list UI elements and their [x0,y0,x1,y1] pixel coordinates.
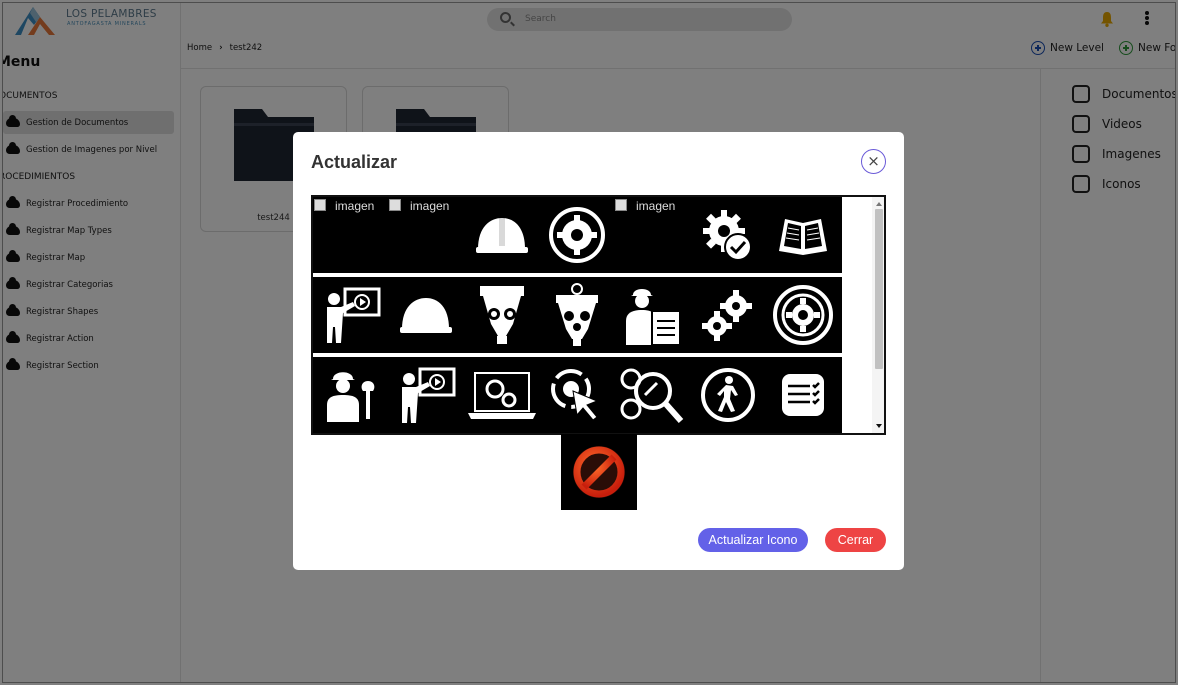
hard-hat-icon[interactable] [464,197,539,273]
update-icon-dialog: Actualizar × imagen imagen imagen Actual… [293,132,904,570]
cancel-button[interactable]: Cerrar [825,528,886,552]
checklist-icon[interactable] [765,357,840,433]
update-icon-button[interactable]: Actualizar Icono [698,528,808,552]
gears-search-icon[interactable] [614,357,689,433]
presenter-video-icon[interactable] [313,277,388,353]
prohibited-icon [573,446,625,498]
scroll-down-arrow-icon[interactable] [876,424,882,428]
pedestrian-circle-icon[interactable] [690,357,765,433]
image-alt-text: imagen [410,199,450,213]
gear-cycle-icon[interactable] [765,277,840,353]
hard-hat-icon[interactable] [388,277,463,353]
worker-wrench-icon[interactable] [313,357,388,433]
gallery-row [313,277,842,353]
gear-check-icon[interactable] [690,197,765,273]
gear-circle-icon[interactable] [539,197,614,273]
scroll-up-arrow-icon[interactable] [876,202,882,206]
crusher-gears-icon[interactable] [464,277,539,353]
image-alt-text: imagen [636,199,676,213]
open-book-icon[interactable] [765,197,840,273]
broken-image-icon[interactable]: imagen [313,197,388,273]
laptop-gears-icon[interactable] [464,357,539,433]
close-icon[interactable]: × [861,149,886,174]
selected-icon-preview [561,434,637,510]
gallery-row: imagen imagen imagen [313,197,842,273]
target-click-icon[interactable] [539,357,614,433]
icon-gallery[interactable]: imagen imagen imagen [311,195,886,435]
gallery-scrollbar[interactable] [872,197,884,433]
dialog-title: Actualizar [311,152,398,172]
scrollbar-thumb[interactable] [875,209,883,369]
presenter-video-icon[interactable] [388,357,463,433]
broken-image-icon[interactable]: imagen [614,197,689,273]
broken-image-icon[interactable]: imagen [388,197,463,273]
image-alt-text: imagen [335,199,375,213]
gears-icon[interactable] [690,277,765,353]
mill-gears-icon[interactable] [539,277,614,353]
gallery-row [313,357,842,433]
worker-clipboard-icon[interactable] [614,277,689,353]
